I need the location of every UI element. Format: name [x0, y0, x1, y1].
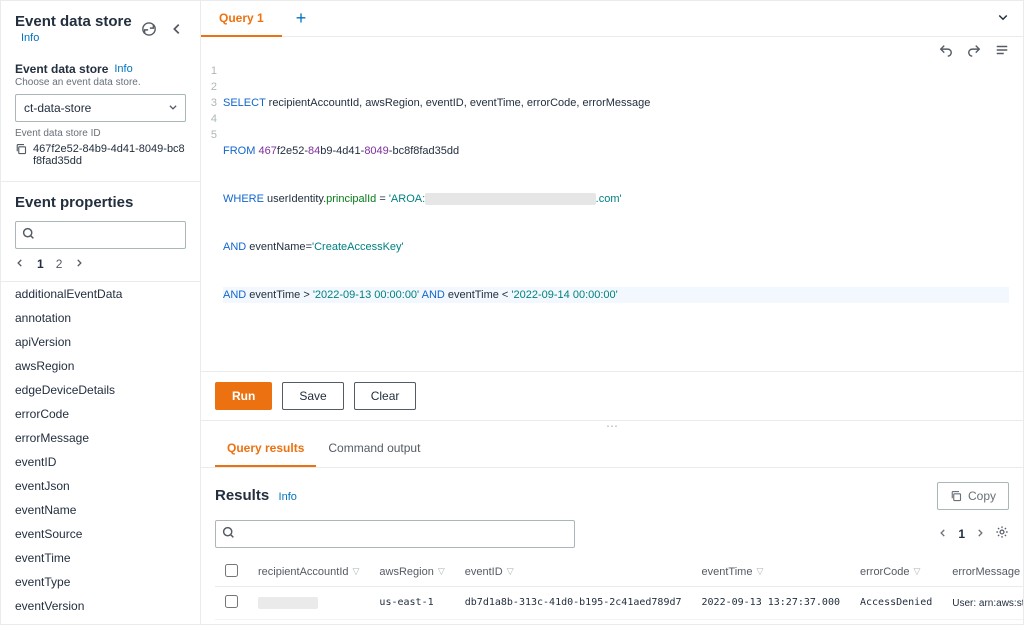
results-table: recipientAccountId▽ awsRegion▽ eventID▽ …: [215, 558, 1023, 620]
datastore-select[interactable]: ct-data-store: [15, 94, 186, 122]
add-tab-button[interactable]: +: [282, 8, 321, 29]
property-item[interactable]: additionalEventData: [15, 282, 186, 306]
run-button[interactable]: Run: [215, 382, 272, 410]
pager-prev-icon[interactable]: [15, 257, 25, 271]
undo-icon[interactable]: [939, 43, 953, 57]
property-item[interactable]: apiVersion: [15, 330, 186, 354]
select-all-checkbox[interactable]: [225, 564, 238, 577]
col-errorMessage[interactable]: errorMessage: [952, 566, 1020, 578]
col-eventID[interactable]: eventID▽: [465, 566, 514, 578]
redo-icon[interactable]: [967, 43, 981, 57]
row-checkbox[interactable]: [225, 595, 238, 608]
sidebar-title: Event data store: [15, 13, 132, 30]
properties-search-input[interactable]: [15, 221, 186, 249]
gear-icon[interactable]: [995, 525, 1009, 542]
event-properties-title: Event properties: [1, 182, 200, 221]
format-icon[interactable]: [995, 43, 1009, 57]
col-eventTime[interactable]: eventTime▽: [702, 566, 764, 578]
save-button[interactable]: Save: [282, 382, 343, 410]
tab-query-results[interactable]: Query results: [215, 431, 316, 467]
info-link[interactable]: Info: [114, 63, 132, 75]
search-icon: [222, 526, 235, 542]
refresh-icon[interactable]: [140, 20, 158, 38]
datastore-help: Choose an event data store.: [15, 77, 186, 88]
property-item[interactable]: eventSource: [15, 522, 186, 546]
property-item[interactable]: errorMessage: [15, 426, 186, 450]
copy-icon[interactable]: [15, 143, 27, 158]
property-item[interactable]: errorCode: [15, 402, 186, 426]
property-item[interactable]: awsRegion: [15, 354, 186, 378]
drag-handle[interactable]: ⋯: [201, 421, 1023, 431]
property-item[interactable]: eventName: [15, 498, 186, 522]
properties-pager: 1 2: [1, 249, 200, 279]
tab-command-output[interactable]: Command output: [316, 431, 432, 467]
datastore-id-label: Event data store ID: [15, 128, 186, 139]
property-item[interactable]: eventTime: [15, 546, 186, 570]
results-pager: 1: [938, 525, 1009, 542]
copy-button[interactable]: Copy: [937, 482, 1009, 510]
tab-menu-button[interactable]: [983, 11, 1023, 26]
search-icon: [22, 227, 35, 243]
pager-next-icon[interactable]: [975, 527, 985, 541]
sidebar: Event data store Info Event data store I…: [1, 1, 201, 624]
collapse-icon[interactable]: [168, 20, 186, 38]
sql-editor[interactable]: 12345 SELECT recipientAccountId, awsRegi…: [201, 59, 1023, 371]
pager-prev-icon[interactable]: [938, 527, 948, 541]
property-item[interactable]: eventVersion: [15, 594, 186, 618]
property-item[interactable]: insightDetails: [15, 618, 186, 624]
property-item[interactable]: eventJson: [15, 474, 186, 498]
property-item[interactable]: eventID: [15, 450, 186, 474]
main-panel: Query 1 + 12345 SELECT recipientAccountI…: [201, 1, 1023, 624]
info-link[interactable]: Info: [21, 32, 39, 44]
redacted-cell: [258, 597, 318, 609]
clear-button[interactable]: Clear: [354, 382, 417, 410]
table-row[interactable]: us-east-1 db7d1a8b-313c-41d0-b195-2c41ae…: [215, 586, 1023, 619]
property-item[interactable]: edgeDeviceDetails: [15, 378, 186, 402]
results-title: Results: [215, 487, 269, 504]
col-errorCode[interactable]: errorCode▽: [860, 566, 920, 578]
col-awsRegion[interactable]: awsRegion▽: [379, 566, 444, 578]
col-recipientAccountId[interactable]: recipientAccountId▽: [258, 566, 359, 578]
property-item[interactable]: annotation: [15, 306, 186, 330]
tab-query-1[interactable]: Query 1: [201, 1, 282, 37]
properties-list: additionalEventDataannotationapiVersiona…: [1, 281, 200, 624]
info-link[interactable]: Info: [279, 491, 297, 503]
datastore-id: 467f2e52-84b9-4d41-8049-bc8f8fad35dd: [33, 143, 186, 167]
pager-next-icon[interactable]: [74, 257, 84, 271]
results-filter-input[interactable]: [215, 520, 575, 548]
property-item[interactable]: eventType: [15, 570, 186, 594]
datastore-label: Event data store: [15, 62, 108, 76]
